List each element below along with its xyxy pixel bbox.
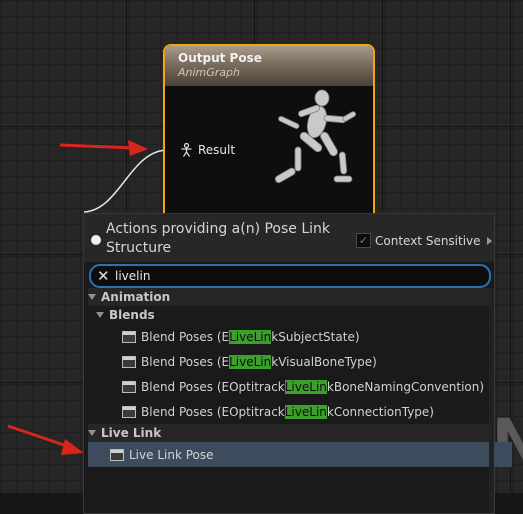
item-label-pre: Blend Poses (E — [141, 329, 230, 344]
category-label: Animation — [101, 290, 171, 304]
function-node-icon — [122, 330, 136, 343]
result-pin[interactable]: Result — [180, 143, 235, 157]
item-label: Live Link Pose — [129, 447, 214, 462]
list-item-blend-poses-bone-naming[interactable]: Blend Poses (EOptitrack LiveLin kBoneNamin… — [88, 374, 523, 399]
category-blends[interactable]: Blends — [88, 306, 498, 324]
annotation-arrow-icon — [59, 140, 148, 156]
item-label-pre: Blend Poses (EOptitrack — [141, 404, 285, 419]
search-box[interactable]: ✕ — [89, 264, 491, 288]
collapse-arrow-icon[interactable] — [88, 294, 96, 300]
function-node-icon — [122, 355, 136, 368]
action-menu[interactable]: Actions providing a(n) Pose Link Structu… — [83, 213, 512, 514]
mannequin-icon — [274, 89, 357, 184]
scrollbar-track[interactable] — [489, 288, 494, 513]
menu-title: Actions providing a(n) Pose Link Structu… — [106, 221, 331, 256]
node-header[interactable]: Output Pose AnimGraph — [165, 46, 373, 86]
context-sensitive-toggle[interactable]: ✓ Context Sensitive — [356, 233, 492, 248]
result-pin-label: Result — [198, 143, 236, 157]
item-label-pre: Blend Poses (EOptitrack — [141, 379, 285, 394]
annotation-arrow-icon — [7, 424, 84, 455]
clear-search-icon[interactable]: ✕ — [97, 267, 110, 285]
list-item-blend-poses-visual-bone-type[interactable]: Blend Poses (E LiveLin kVisualBoneType) — [88, 349, 523, 374]
category-animation[interactable]: Animation — [88, 288, 490, 306]
item-label-post: kBoneNamingConvention) — [326, 379, 485, 394]
category-live-link[interactable]: Live Link — [88, 424, 490, 442]
item-label-pre: Blend Poses (E — [141, 354, 230, 369]
category-label: Blends — [109, 308, 155, 322]
list-item-blend-poses-connection-type[interactable]: Blend Poses (EOptitrack LiveLin kConnectio… — [88, 399, 523, 424]
category-label: Live Link — [101, 426, 162, 440]
function-node-icon — [122, 405, 136, 418]
context-sensitive-checkbox[interactable]: ✓ — [356, 233, 371, 248]
node-subtitle: AnimGraph — [178, 66, 241, 79]
function-node-icon — [110, 448, 124, 461]
collapse-arrow-icon[interactable] — [88, 430, 96, 436]
search-highlight: LiveLin — [229, 354, 272, 369]
item-label-post: kSubjectState) — [271, 329, 360, 344]
expand-arrow-icon[interactable] — [486, 236, 492, 245]
list-item-live-link-pose[interactable]: Live Link Pose — [88, 442, 512, 467]
node-title: Output Pose — [178, 51, 262, 65]
item-label-post: kVisualBoneType) — [271, 354, 377, 369]
search-input[interactable] — [115, 266, 475, 286]
context-sensitive-label: Context Sensitive — [375, 233, 481, 248]
search-highlight: LiveLin — [229, 329, 272, 344]
item-label-post: kConnectionType) — [326, 404, 434, 419]
function-node-icon — [122, 380, 136, 393]
search-highlight: LiveLin — [284, 379, 327, 394]
search-highlight: LiveLin — [284, 404, 327, 419]
menu-status-dot-icon — [91, 235, 101, 245]
list-item-blend-poses-subject-state[interactable]: Blend Poses (E LiveLin kSubjectState) — [88, 324, 523, 349]
collapse-arrow-icon[interactable] — [96, 312, 104, 318]
pose-pin-icon — [181, 143, 192, 157]
menu-header: Actions providing a(n) Pose Link Structu… — [84, 214, 494, 262]
